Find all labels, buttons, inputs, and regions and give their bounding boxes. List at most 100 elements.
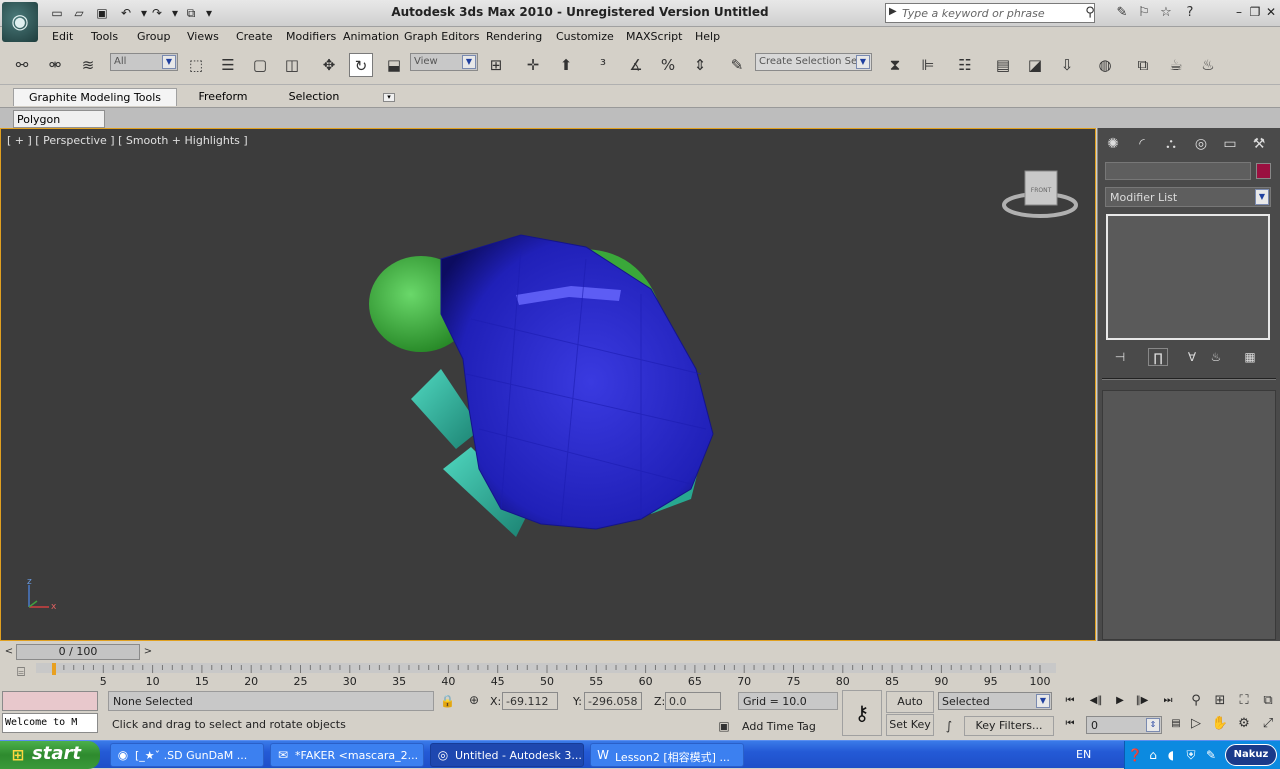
render-setup-icon[interactable]: ⧉: [1131, 53, 1155, 77]
motion-tab-icon[interactable]: ◎: [1190, 134, 1212, 154]
menu-edit[interactable]: Edit: [52, 30, 73, 43]
communication-center-icon[interactable]: ⚐: [1134, 4, 1154, 22]
menu-graph-editors[interactable]: Graph Editors: [404, 30, 480, 43]
rendered-frame-window-icon[interactable]: ☕: [1164, 53, 1188, 77]
select-and-scale-icon[interactable]: ⬓: [382, 53, 406, 77]
rectangular-selection-icon[interactable]: ▢: [248, 53, 272, 77]
time-slider-prev-button[interactable]: <: [2, 644, 16, 660]
menu-rendering[interactable]: Rendering: [486, 30, 542, 43]
nakuz-badge[interactable]: Nakuz: [1225, 744, 1277, 766]
default-tangents-icon[interactable]: ∫: [938, 716, 960, 736]
menu-group[interactable]: Group: [137, 30, 171, 43]
network-tray-icon[interactable]: ⌂: [1145, 747, 1161, 763]
time-slider-thumb[interactable]: 0 / 100: [16, 644, 140, 660]
redo-icon[interactable]: ↷: [148, 5, 166, 21]
pan-view-icon[interactable]: ✋: [1210, 714, 1230, 734]
language-indicator[interactable]: EN: [1076, 748, 1091, 761]
turtle-model[interactable]: [1, 129, 1097, 642]
select-and-rotate-icon[interactable]: ↻: [349, 53, 373, 77]
taskbar-item-gundam[interactable]: ◉ [_★ˇ .SD GunDaM ...: [110, 743, 264, 767]
modify-tab-icon[interactable]: ◜: [1131, 134, 1153, 154]
search-input[interactable]: ▶ Type a keyword or phrase: [885, 3, 1095, 23]
maxscript-listener-pink[interactable]: [2, 691, 98, 711]
snaps-toggle-icon[interactable]: ³: [591, 53, 615, 77]
menu-customize[interactable]: Customize: [556, 30, 614, 43]
zoom-icon[interactable]: ⚲: [1186, 691, 1206, 711]
subscription-icon[interactable]: ✎: [1112, 4, 1132, 22]
reference-coordinate-dropdown[interactable]: View ▼: [410, 53, 478, 71]
go-to-start-icon[interactable]: ⏮: [1060, 693, 1080, 709]
orbit-icon[interactable]: ⚙: [1234, 714, 1254, 734]
z-coordinate-field[interactable]: 0.0: [665, 692, 721, 710]
add-time-tag-button[interactable]: Add Time Tag: [738, 718, 838, 736]
key-mode-dropdown[interactable]: Selected ▼: [938, 692, 1052, 710]
favorites-star-icon[interactable]: ☆: [1156, 4, 1176, 22]
time-slider-next-button[interactable]: >: [141, 644, 155, 660]
object-name-field[interactable]: [1105, 162, 1251, 180]
selection-filter-dropdown[interactable]: All ▼: [110, 53, 178, 71]
key-mode-toggle-icon[interactable]: ⏮: [1060, 716, 1080, 732]
maxscript-listener-output[interactable]: Welcome to M: [2, 713, 98, 733]
taskbar-item-3dsmax[interactable]: ◎ Untitled - Autodesk 3...: [430, 743, 584, 767]
undo-icon[interactable]: ↶: [117, 5, 135, 21]
select-by-name-icon[interactable]: ☰: [216, 53, 240, 77]
start-button[interactable]: ⊞ start: [0, 741, 100, 769]
security-tray-icon[interactable]: ⛨: [1183, 747, 1199, 763]
track-bar[interactable]: ⌸ 5 10 15 20 25 30 35 40 45 50 55 60 65 70 75 80 85 90 95 1…: [0, 661, 1096, 688]
align-icon[interactable]: ⊫: [916, 53, 940, 77]
pivot-center-icon[interactable]: ⊞: [484, 53, 508, 77]
schematic-view-icon[interactable]: ⇩: [1055, 53, 1079, 77]
previous-frame-icon[interactable]: ◀‖: [1086, 693, 1106, 709]
tab-polygon-modeling[interactable]: Polygon Modeling: [13, 110, 105, 139]
time-tag-icon[interactable]: ▣: [716, 719, 732, 733]
named-selection-sets-dropdown[interactable]: Create Selection Se ▼: [755, 53, 872, 71]
render-production-teapot-icon[interactable]: ♨: [1196, 53, 1220, 77]
spinner-snap-icon[interactable]: ⇕: [688, 53, 712, 77]
show-end-result-icon[interactable]: ∏: [1148, 348, 1168, 366]
viewcube[interactable]: FRONT: [1001, 165, 1079, 219]
select-and-move-icon[interactable]: ✥: [317, 53, 341, 77]
current-frame-marker[interactable]: [52, 663, 56, 675]
menu-views[interactable]: Views: [187, 30, 219, 43]
utilities-tab-icon[interactable]: ⚒: [1248, 134, 1270, 154]
edit-named-selection-icon[interactable]: ✎: [725, 53, 749, 77]
display-tab-icon[interactable]: ▭: [1219, 134, 1241, 154]
minimize-icon[interactable]: –: [1232, 5, 1246, 19]
modifier-list-dropdown[interactable]: Modifier List ▼: [1105, 187, 1271, 207]
x-coordinate-field[interactable]: -69.112: [502, 692, 558, 710]
set-keys-key-icon[interactable]: ⚷: [842, 690, 882, 736]
help-icon[interactable]: ?: [1180, 4, 1200, 22]
search-expand-icon[interactable]: ▶: [889, 6, 897, 17]
selection-lock-icon[interactable]: 🔒: [440, 694, 455, 708]
create-tab-icon[interactable]: ✺: [1102, 134, 1124, 154]
binoculars-icon[interactable]: ⚲: [1080, 4, 1100, 22]
set-key-button[interactable]: Set Key: [886, 714, 934, 736]
graphite-toggle-icon[interactable]: ▤: [991, 53, 1015, 77]
field-of-view-icon[interactable]: ▷: [1186, 714, 1206, 734]
key-filters-button[interactable]: Key Filters...: [964, 716, 1054, 736]
modifier-stack[interactable]: [1106, 214, 1270, 340]
open-mini-curve-editor-icon[interactable]: ⌸: [10, 665, 32, 683]
window-crossing-icon[interactable]: ◫: [280, 53, 304, 77]
select-and-link-icon[interactable]: ⚯: [10, 53, 34, 77]
bind-space-warp-icon[interactable]: ≋: [76, 53, 100, 77]
zoom-extents-icon[interactable]: ⛶: [1234, 691, 1254, 711]
tab-selection[interactable]: Selection: [284, 88, 344, 106]
menu-create[interactable]: Create: [236, 30, 273, 43]
time-configuration-icon[interactable]: ▤: [1166, 716, 1186, 732]
keyboard-shortcut-toggle-icon[interactable]: ⬆: [554, 53, 578, 77]
menu-animation[interactable]: Animation: [343, 30, 399, 43]
speaker-tray-icon[interactable]: ◖: [1163, 747, 1179, 763]
mirror-icon[interactable]: ⧗: [883, 53, 907, 77]
next-frame-icon[interactable]: ‖▶: [1132, 693, 1152, 709]
zoom-extents-all-icon[interactable]: ⧉: [1258, 691, 1278, 711]
go-to-end-icon[interactable]: ⏭: [1158, 693, 1178, 709]
new-file-icon[interactable]: ▭: [48, 5, 66, 21]
taskbar-item-faker[interactable]: ✉ *FAKER <mascara_2...: [270, 743, 424, 767]
help-tray-icon[interactable]: ❓: [1127, 747, 1143, 763]
remove-modifier-icon[interactable]: ♨: [1206, 348, 1226, 366]
zoom-all-icon[interactable]: ⊞: [1210, 691, 1230, 711]
curve-editor-icon[interactable]: ◪: [1023, 53, 1047, 77]
menu-help[interactable]: Help: [695, 30, 720, 43]
restore-icon[interactable]: ❐: [1248, 5, 1262, 19]
